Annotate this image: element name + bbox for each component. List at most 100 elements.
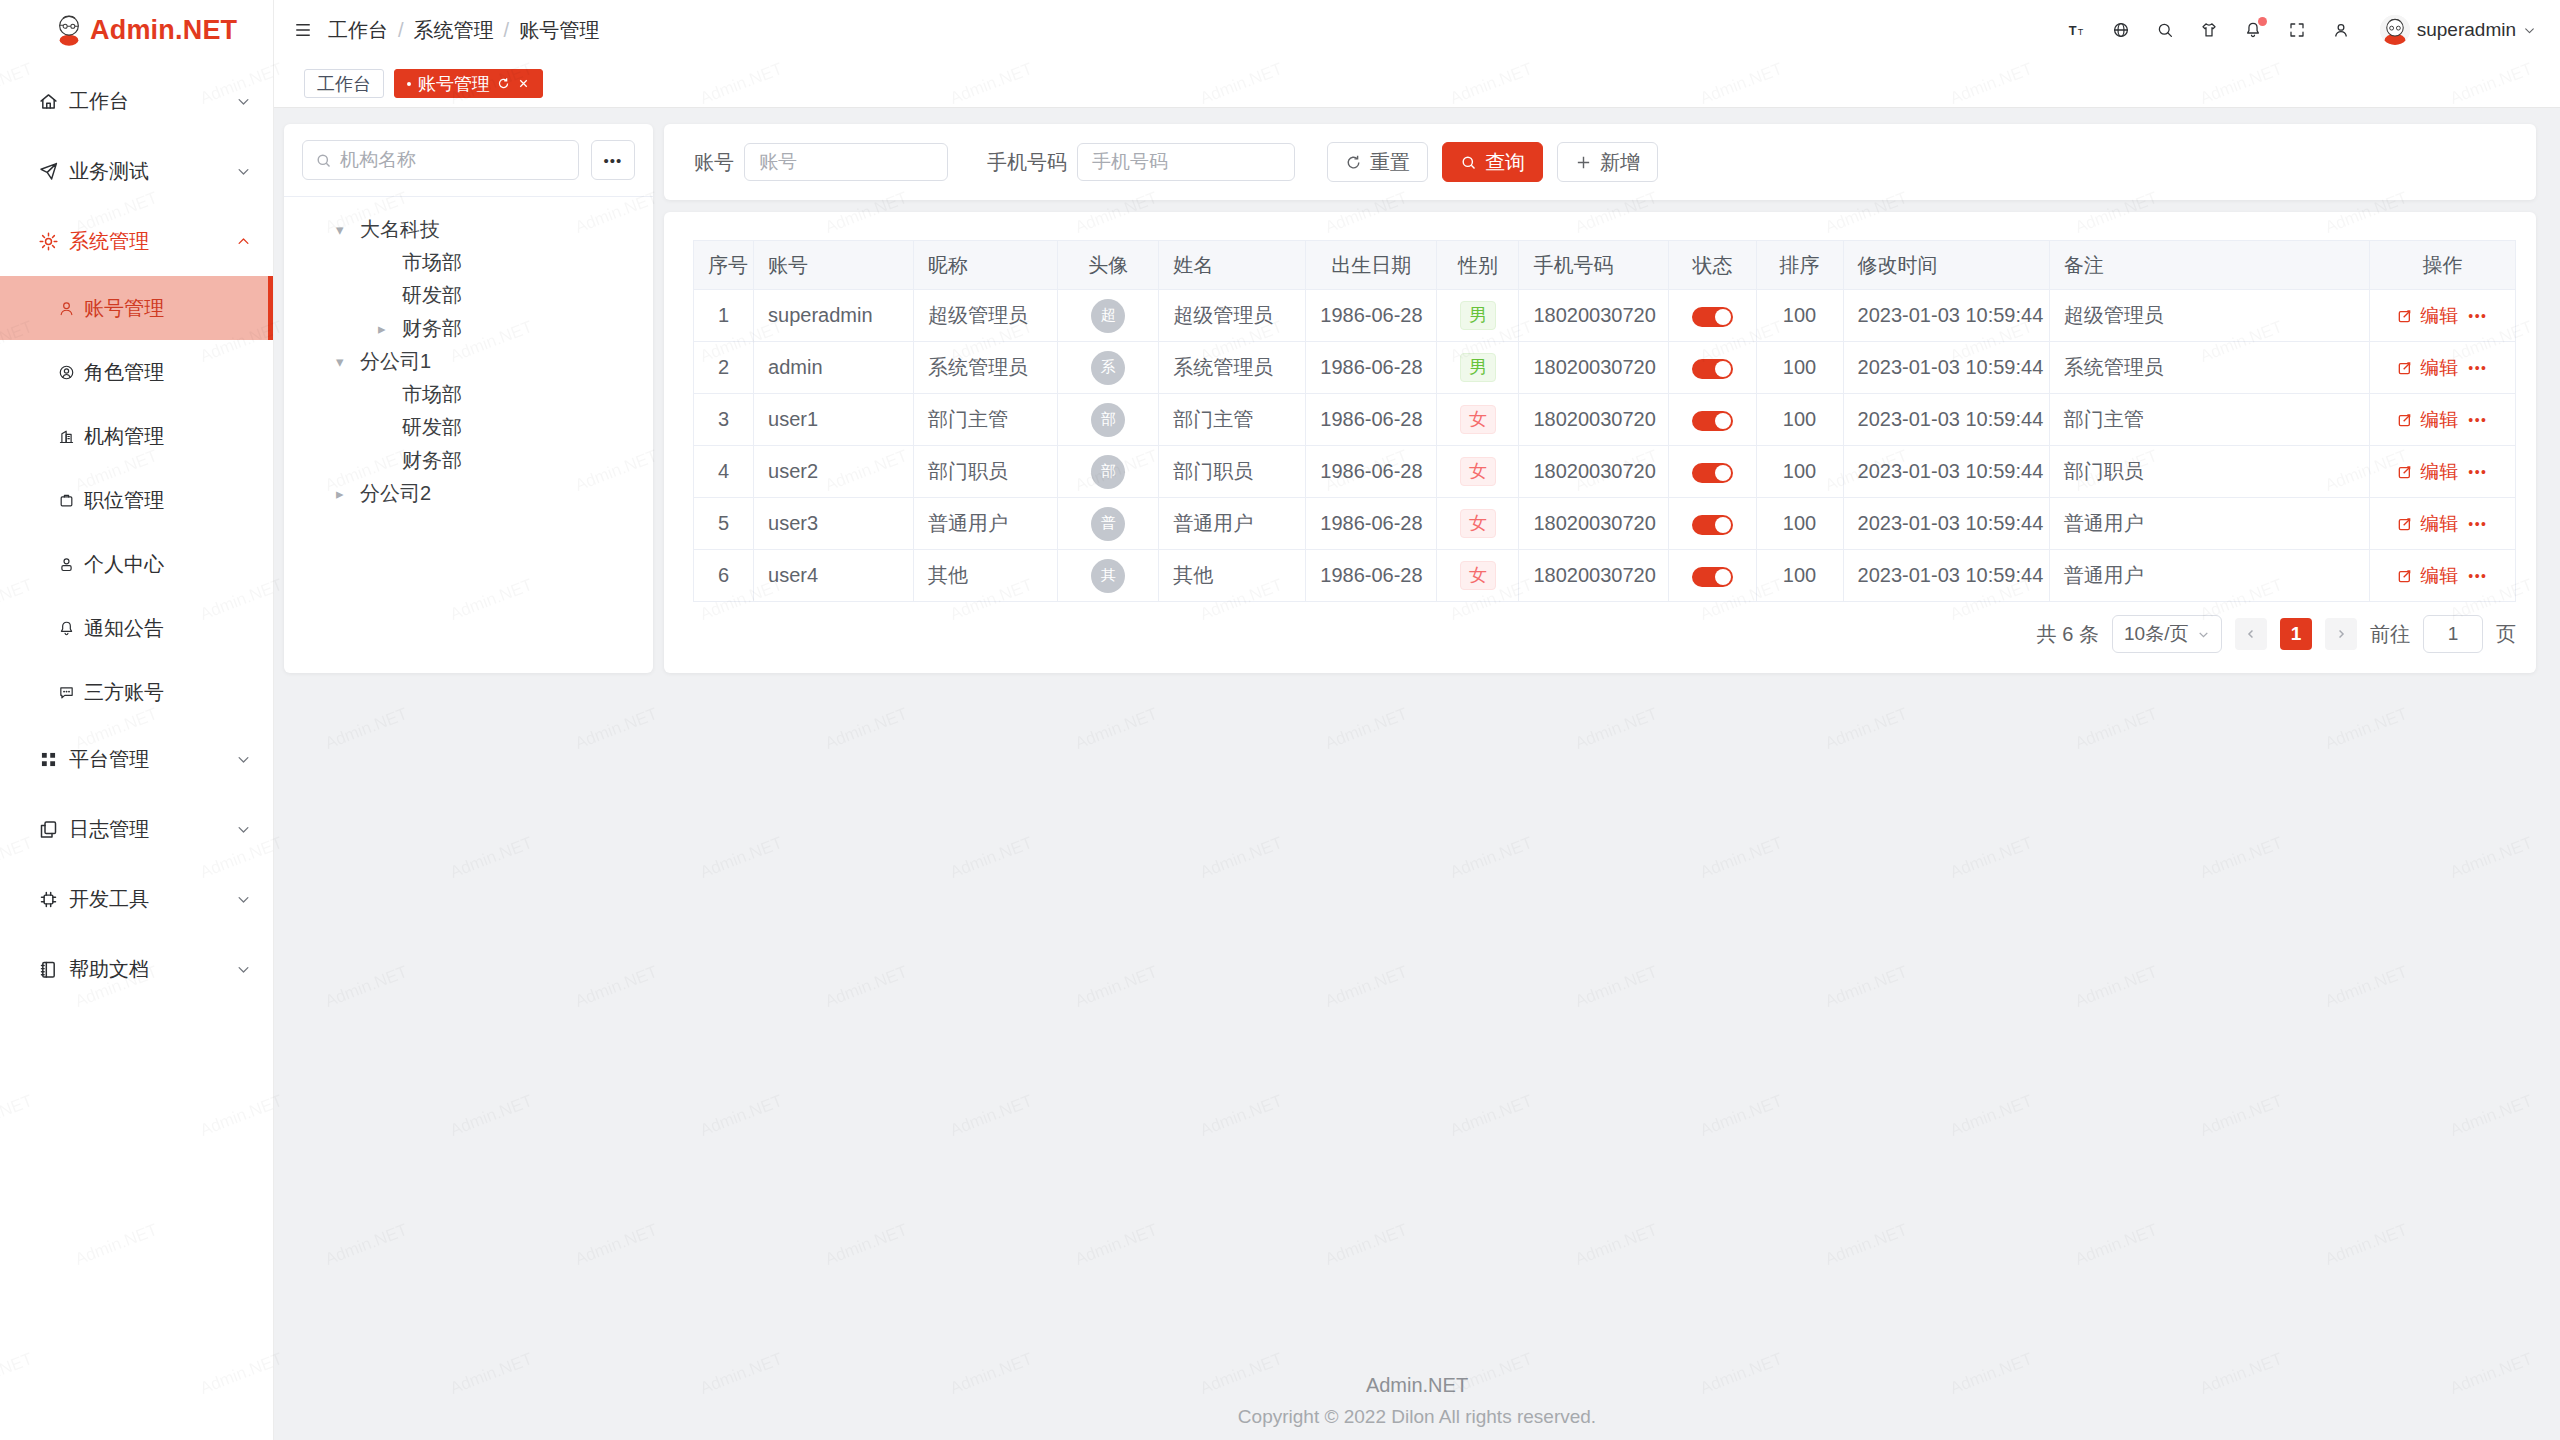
sidebar-item-help-docs[interactable]: 帮助文档 xyxy=(0,934,273,1004)
goto-page-input[interactable]: 1 xyxy=(2423,615,2483,653)
tree-node-marketing-1[interactable]: 市场部 xyxy=(302,246,635,279)
tab-account-management[interactable]: 账号管理 xyxy=(394,69,543,98)
row-index: 6 xyxy=(694,550,754,602)
tree-node-branch-1[interactable]: ▾分公司1 xyxy=(302,345,635,378)
edit-button[interactable]: 编辑 xyxy=(2420,407,2458,433)
sidebar-item-platform-management[interactable]: 平台管理 xyxy=(0,724,273,794)
tree-caret-expanded[interactable]: ▾ xyxy=(336,221,360,239)
breadcrumb-item[interactable]: 工作台 xyxy=(328,17,388,44)
status-toggle[interactable] xyxy=(1692,463,1733,483)
cell-ops: 编辑 ••• xyxy=(2369,394,2515,446)
tree-node-marketing-2[interactable]: 市场部 xyxy=(302,378,635,411)
cell-phone: 18020030720 xyxy=(1519,290,1669,342)
gender-tag: 女 xyxy=(1460,561,1496,591)
reset-button[interactable]: 重置 xyxy=(1327,142,1428,182)
gender-tag: 男 xyxy=(1460,353,1496,383)
next-page-button[interactable] xyxy=(2325,618,2357,650)
status-toggle[interactable] xyxy=(1692,567,1733,587)
edit-button[interactable]: 编辑 xyxy=(2420,563,2458,589)
user-name: superadmin xyxy=(2417,19,2516,41)
refresh-icon xyxy=(1345,154,1362,171)
sidebar-item-role-management[interactable]: 角色管理 xyxy=(0,340,273,404)
cell-modified: 2023-01-03 10:59:44 xyxy=(1843,498,2049,550)
tree-node-rd-2[interactable]: 研发部 xyxy=(302,411,635,444)
page-size-select[interactable]: 10条/页 xyxy=(2112,615,2222,653)
tree-node-finance-2[interactable]: 财务部 xyxy=(302,444,635,477)
refresh-icon[interactable] xyxy=(497,77,510,90)
avatar: 部 xyxy=(1091,455,1125,489)
status-toggle[interactable] xyxy=(1692,359,1733,379)
sidebar-item-workbench[interactable]: 工作台 xyxy=(0,66,273,136)
cell-birthdate: 1986-06-28 xyxy=(1306,498,1437,550)
account-input[interactable]: 账号 xyxy=(744,143,948,181)
sidebar-item-notice[interactable]: 通知公告 xyxy=(0,596,273,660)
cell-remark: 部门主管 xyxy=(2049,394,2369,446)
edit-button[interactable]: 编辑 xyxy=(2420,355,2458,381)
more-actions-button[interactable]: ••• xyxy=(2468,360,2487,376)
cell-account: user2 xyxy=(754,446,914,498)
theme-icon[interactable] xyxy=(2200,21,2218,39)
column-header-12: 操作 xyxy=(2369,241,2515,290)
chevron-down-icon xyxy=(2197,628,2210,641)
profile-icon[interactable] xyxy=(2332,21,2350,39)
org-more-button[interactable]: ••• xyxy=(591,140,635,180)
chevron-down-icon xyxy=(236,892,251,907)
position-icon xyxy=(58,492,75,509)
user-menu[interactable]: superadmin xyxy=(2380,15,2536,45)
edit-button[interactable]: 编辑 xyxy=(2420,303,2458,329)
phone-input[interactable]: 手机号码 xyxy=(1077,143,1295,181)
avatar: 其 xyxy=(1091,559,1125,593)
edit-button[interactable]: 编辑 xyxy=(2420,511,2458,537)
language-icon[interactable] xyxy=(2112,21,2130,39)
more-actions-button[interactable]: ••• xyxy=(2468,568,2487,584)
add-button[interactable]: 新增 xyxy=(1557,142,1658,182)
cell-nickname: 部门职员 xyxy=(914,446,1058,498)
sidebar-item-position-management[interactable]: 职位管理 xyxy=(0,468,273,532)
more-actions-button[interactable]: ••• xyxy=(2468,412,2487,428)
status-toggle[interactable] xyxy=(1692,307,1733,327)
tree-caret-collapsed[interactable]: ▸ xyxy=(378,320,402,338)
org-search-input[interactable]: 机构名称 xyxy=(302,140,579,180)
bell-icon xyxy=(58,620,75,637)
font-size-icon[interactable]: TT xyxy=(2068,21,2086,39)
more-actions-button[interactable]: ••• xyxy=(2468,308,2487,324)
tree-caret-expanded[interactable]: ▾ xyxy=(336,353,360,371)
tree-node-branch-2[interactable]: ▸分公司2 xyxy=(302,477,635,510)
edit-button[interactable]: 编辑 xyxy=(2420,459,2458,485)
fullscreen-icon[interactable] xyxy=(2288,21,2306,39)
svg-text:T: T xyxy=(2068,23,2076,38)
cell-name: 部门主管 xyxy=(1159,394,1306,446)
sidebar-item-business-test[interactable]: 业务测试 xyxy=(0,136,273,206)
close-icon[interactable] xyxy=(517,77,530,90)
status-toggle[interactable] xyxy=(1692,515,1733,535)
tree-node-rd-1[interactable]: 研发部 xyxy=(302,279,635,312)
brand[interactable]: Admin.NET xyxy=(0,0,273,60)
sidebar-item-dev-tools[interactable]: 开发工具 xyxy=(0,864,273,934)
tree-node-finance-1[interactable]: ▸财务部 xyxy=(302,312,635,345)
hamburger-icon[interactable] xyxy=(294,21,312,39)
avatar: 普 xyxy=(1058,498,1159,550)
prev-page-button[interactable] xyxy=(2235,618,2267,650)
sidebar-item-third-party-account[interactable]: 三方账号 xyxy=(0,660,273,724)
tree-node-daming-tech[interactable]: ▾大名科技 xyxy=(302,213,635,246)
search-icon[interactable] xyxy=(2156,21,2174,39)
more-actions-button[interactable]: ••• xyxy=(2468,516,2487,532)
current-page[interactable]: 1 xyxy=(2280,618,2312,650)
tab-active-dot xyxy=(407,82,411,86)
breadcrumb-item[interactable]: 系统管理 xyxy=(414,17,494,44)
sidebar-item-org-management[interactable]: 机构管理 xyxy=(0,404,273,468)
status-toggle[interactable] xyxy=(1692,411,1733,431)
tab-workbench[interactable]: 工作台 xyxy=(304,69,384,98)
tree-caret-collapsed[interactable]: ▸ xyxy=(336,485,360,503)
avatar: 部 xyxy=(1091,403,1125,437)
sidebar-item-personal-center[interactable]: 个人中心 xyxy=(0,532,273,596)
status-toggle xyxy=(1669,342,1756,394)
notification-icon[interactable] xyxy=(2244,21,2262,39)
sidebar-item-account-management[interactable]: 账号管理 xyxy=(0,276,273,340)
sidebar-item-system-management[interactable]: 系统管理 xyxy=(0,206,273,276)
more-actions-button[interactable]: ••• xyxy=(2468,464,2487,480)
phone-label: 手机号码 xyxy=(987,149,1067,176)
breadcrumb-separator: / xyxy=(504,19,510,42)
sidebar-item-log-management[interactable]: 日志管理 xyxy=(0,794,273,864)
search-button[interactable]: 查询 xyxy=(1442,142,1543,182)
